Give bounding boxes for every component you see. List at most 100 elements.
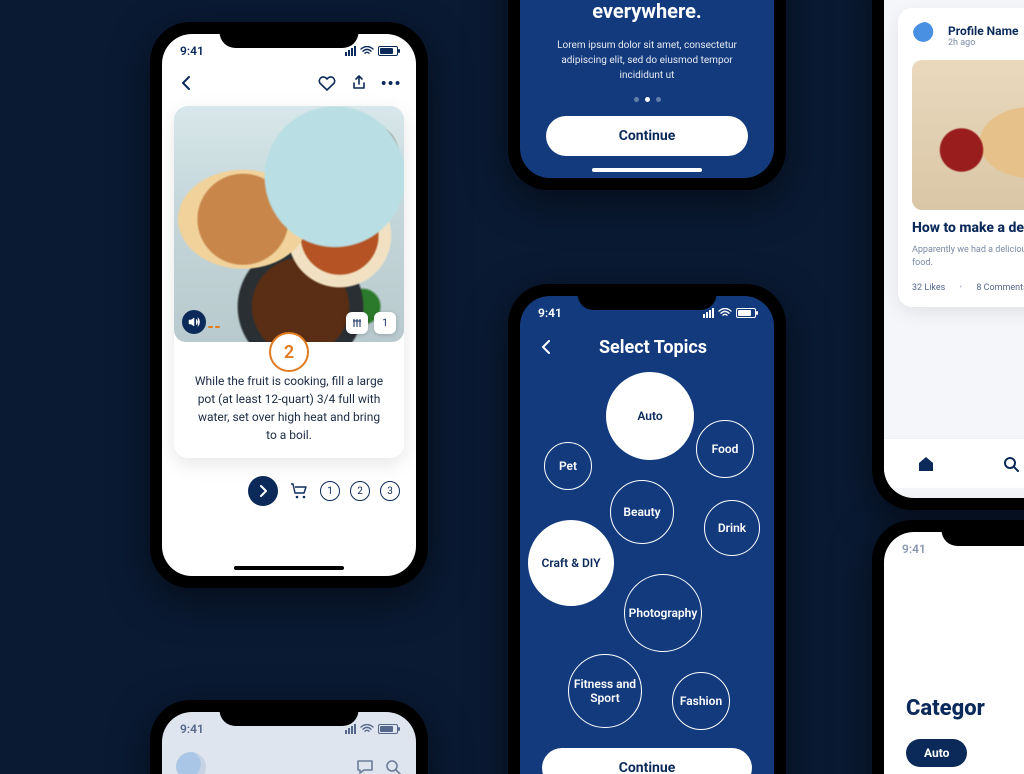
phone-feed: Popular Lastest Profile Name 2h ago How … <box>872 0 1024 510</box>
wifi-icon <box>360 724 374 734</box>
onboarding-title: Creat once. Export everywhere. <box>564 0 731 24</box>
cellular-icon <box>703 308 714 318</box>
topics-screen: 9:41 Select Topics Auto Food Pet Beauty Drin… <box>520 296 774 774</box>
feed-screen: Popular Lastest Profile Name 2h ago How … <box>884 0 1024 498</box>
step-number: 2 <box>269 332 309 372</box>
phone-notch <box>578 284 717 310</box>
topic-label: Pet <box>559 459 577 473</box>
continue-button[interactable]: Continue <box>546 116 748 156</box>
topic-label: Food <box>712 442 739 456</box>
topic-label: Auto <box>637 409 662 423</box>
phone-category: 9:41 Categor Auto <box>872 520 1024 774</box>
back-button[interactable] <box>176 72 198 94</box>
topic-bubble-fashion[interactable]: Fashion <box>672 672 730 730</box>
topics-bubbles: Auto Food Pet Beauty Drink Craft & DIY Photogr… <box>528 372 766 732</box>
recipe-top-bar: ••• <box>162 68 416 102</box>
onboarding-title-line2: everywhere. <box>564 0 731 24</box>
topic-label: Drink <box>718 521 746 535</box>
home-indicator <box>592 168 702 172</box>
greyed-top-row <box>162 746 416 774</box>
battery-icon <box>736 308 756 318</box>
topic-bubble-fitness-and-sport[interactable]: Fitness and Sport <box>568 654 642 728</box>
onboarding-pager <box>634 97 661 102</box>
pager-dot[interactable] <box>634 97 639 102</box>
phone-notch <box>220 700 359 726</box>
wifi-icon <box>718 308 732 318</box>
feed-card-subtitle: Apparently we had a delicious had a deli… <box>912 244 1024 269</box>
search-icon[interactable] <box>384 758 402 774</box>
continue-button[interactable]: Continue <box>542 748 752 774</box>
tab-home-icon[interactable] <box>916 454 936 474</box>
topic-label: Craft & DIY <box>542 556 601 570</box>
onboarding-screen: Creat once. Export everywhere. Lorem ips… <box>520 0 774 178</box>
pager-2[interactable]: 2 <box>350 481 370 501</box>
topic-bubble-photography[interactable]: Photography <box>624 574 702 652</box>
phone-feed-greyed: 9:41 <box>150 700 428 774</box>
pager-dot[interactable] <box>656 97 661 102</box>
topic-label: Fitness and Sport <box>573 677 637 706</box>
share-button[interactable] <box>348 72 370 94</box>
status-indicators <box>345 724 398 734</box>
feed-card[interactable]: Profile Name 2h ago How to make a delic … <box>898 8 1024 307</box>
feed-card-image <box>912 60 1024 210</box>
phone-notch <box>220 22 359 48</box>
topic-bubble-auto[interactable]: Auto <box>606 372 694 460</box>
ingredients-badge[interactable] <box>346 312 368 334</box>
audio-button[interactable] <box>182 310 206 334</box>
chat-icon[interactable] <box>356 758 374 774</box>
count-badge[interactable]: 1 <box>374 312 396 334</box>
author-name: Profile Name <box>948 24 1018 38</box>
topics-header: Select Topics <box>520 330 774 368</box>
feed-card-title: How to make a delic <box>912 220 1024 236</box>
tab-search-icon[interactable] <box>1001 454 1021 474</box>
category-chip-row: Auto <box>884 721 1024 767</box>
phone-select-topics: 9:41 Select Topics Auto Food Pet Beauty Drin… <box>508 284 786 774</box>
phone-notch <box>942 520 1024 546</box>
recipe-screen: 9:41 ••• <box>162 34 416 576</box>
home-indicator <box>234 566 344 570</box>
topic-bubble-drink[interactable]: Drink <box>704 500 760 556</box>
status-indicators <box>703 308 756 318</box>
phone-recipe-step: 9:41 ••• <box>150 22 428 588</box>
topic-bubble-food[interactable]: Food <box>696 420 754 478</box>
pager-3[interactable]: 3 <box>380 481 400 501</box>
topic-label: Beauty <box>623 505 660 519</box>
more-button[interactable]: ••• <box>380 72 402 94</box>
status-time: 9:41 <box>180 44 204 58</box>
author-time: 2h ago <box>948 38 1018 48</box>
status-time: 9:41 <box>902 542 926 556</box>
battery-icon <box>378 46 398 56</box>
favorite-button[interactable] <box>316 72 338 94</box>
cart-button[interactable] <box>288 480 310 502</box>
pager-dot-active[interactable] <box>645 97 650 102</box>
recipe-card: 1 2 While the fruit is cooking, fill a l… <box>174 106 404 458</box>
topic-bubble-pet[interactable]: Pet <box>544 442 592 490</box>
cellular-icon <box>345 724 356 734</box>
pager-1[interactable]: 1 <box>320 481 340 501</box>
topics-title: Select Topics <box>548 337 758 358</box>
status-time: 9:41 <box>538 306 562 320</box>
topic-label: Fashion <box>680 694 722 708</box>
recipe-footer: 1 2 3 <box>162 458 416 508</box>
likes-count[interactable]: 32 Likes <box>912 283 945 293</box>
comments-count[interactable]: 8 Comments <box>976 283 1024 293</box>
avatar[interactable] <box>176 752 206 774</box>
topic-label: Photography <box>629 606 698 620</box>
next-step-button[interactable] <box>248 476 278 506</box>
design-canvas: 9:41 ••• <box>0 0 1024 774</box>
status-indicators <box>345 46 398 56</box>
recipe-image: 1 <box>174 106 404 342</box>
topic-bubble-beauty[interactable]: Beauty <box>610 480 674 544</box>
battery-icon <box>378 724 398 734</box>
phone-onboarding: Creat once. Export everywhere. Lorem ips… <box>508 0 786 190</box>
cellular-icon <box>345 46 356 56</box>
onboarding-description: Lorem ipsum dolor sit amet, consectetur … <box>546 38 748 83</box>
category-chip-auto[interactable]: Auto <box>906 739 967 767</box>
feed-author: Profile Name 2h ago <box>912 22 1024 50</box>
avatar[interactable] <box>912 22 940 50</box>
topic-bubble-craft-diy[interactable]: Craft & DIY <box>528 520 614 606</box>
status-time: 9:41 <box>180 722 204 736</box>
feed-card-meta: 32 Likes • 8 Comments <box>912 283 1024 293</box>
feed-tabs: Popular Lastest <box>884 0 1024 8</box>
category-title: Categor <box>884 566 1024 721</box>
